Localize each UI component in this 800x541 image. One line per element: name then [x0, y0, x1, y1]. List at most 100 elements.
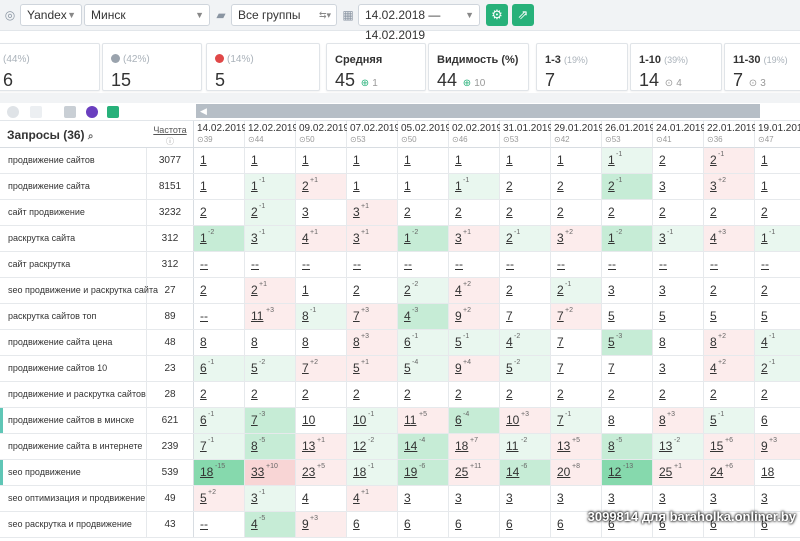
- position-cell[interactable]: 13 +5: [551, 434, 602, 459]
- position-value[interactable]: 1: [761, 231, 768, 245]
- position-cell[interactable]: 8 -5: [602, 434, 653, 459]
- position-cell[interactable]: 6: [398, 512, 449, 537]
- position-value[interactable]: 2: [710, 205, 717, 219]
- position-cell[interactable]: --: [398, 252, 449, 277]
- position-value[interactable]: 18: [353, 465, 366, 479]
- position-cell[interactable]: 8: [296, 330, 347, 355]
- position-value[interactable]: 11: [404, 413, 416, 427]
- summary-card-down[interactable]: (14%) 5: [206, 43, 320, 91]
- position-cell[interactable]: 8: [245, 330, 296, 355]
- position-cell[interactable]: 5 -1: [704, 408, 755, 433]
- position-value[interactable]: 4: [404, 309, 411, 323]
- table-row[interactable]: продвижение сайтов 3077 1 1 1 1 1 1 1 1 1 -1 2 2 -1 1: [0, 148, 800, 174]
- position-cell[interactable]: 8: [653, 330, 704, 355]
- position-cell[interactable]: 1 -2: [398, 226, 449, 251]
- table-row[interactable]: продвижение сайта в интернете 239 7 -1 8 -5 13…: [0, 434, 800, 460]
- table-row[interactable]: продвижение сайтов 10 23 6 -1 5 -2 7 +2 5 +1 5 -4 9 +…: [0, 356, 800, 382]
- position-cell[interactable]: 2: [296, 382, 347, 407]
- position-value[interactable]: 1: [200, 179, 207, 193]
- position-cell[interactable]: 1 -2: [194, 226, 245, 251]
- position-value[interactable]: 9: [455, 361, 462, 375]
- position-cell[interactable]: 2: [449, 200, 500, 225]
- position-cell[interactable]: 3 +1: [347, 226, 398, 251]
- position-cell[interactable]: 2 -1: [551, 278, 602, 303]
- position-value[interactable]: 9: [761, 439, 768, 453]
- position-cell[interactable]: --: [194, 304, 245, 329]
- position-value[interactable]: 4: [506, 335, 513, 349]
- position-value[interactable]: 15: [710, 439, 723, 453]
- position-cell[interactable]: 2 -1: [602, 174, 653, 199]
- position-cell[interactable]: 4 +1: [296, 226, 347, 251]
- date-column-header[interactable]: 19.01.2019⊙47: [755, 121, 800, 148]
- position-cell[interactable]: 2: [755, 278, 800, 303]
- position-value[interactable]: 3: [353, 205, 360, 219]
- summary-card-visibility[interactable]: Видимость (%) 44 ⊕ 10: [428, 43, 529, 91]
- position-value[interactable]: --: [302, 257, 310, 271]
- position-value[interactable]: 7: [557, 309, 564, 323]
- position-cell[interactable]: 24 +6: [704, 460, 755, 485]
- position-cell[interactable]: 11 -2: [500, 434, 551, 459]
- position-value[interactable]: 14: [506, 465, 519, 479]
- position-cell[interactable]: 3 -1: [245, 486, 296, 511]
- font-size-icon[interactable]: [107, 106, 119, 118]
- position-value[interactable]: 18: [455, 439, 468, 453]
- position-cell[interactable]: 1: [755, 174, 800, 199]
- position-cell[interactable]: 8: [602, 408, 653, 433]
- date-column-header[interactable]: 26.01.2019 ⊙53: [602, 121, 655, 148]
- summary-card-top10[interactable]: 1-10 (39%) 14 ⊙ 4: [630, 43, 722, 91]
- search-engine-select[interactable]: Yandex ▼: [20, 4, 82, 26]
- link-icon[interactable]: [30, 106, 42, 118]
- position-value[interactable]: 3: [302, 205, 309, 219]
- summary-card-up[interactable]: (44%) 6: [0, 43, 100, 91]
- position-value[interactable]: 8: [200, 335, 207, 349]
- position-value[interactable]: 7: [353, 309, 360, 323]
- position-value[interactable]: 2: [404, 283, 411, 297]
- position-cell[interactable]: --: [551, 252, 602, 277]
- position-value[interactable]: 18: [761, 465, 774, 479]
- position-value[interactable]: 3: [659, 361, 666, 375]
- position-cell[interactable]: 2: [653, 148, 704, 173]
- date-column-header[interactable]: 24.01.2019 ⊙41: [653, 121, 706, 148]
- position-cell[interactable]: 9 +3: [296, 512, 347, 537]
- position-value[interactable]: 8: [659, 413, 666, 427]
- position-value[interactable]: 2: [557, 205, 564, 219]
- position-value[interactable]: 2: [557, 283, 564, 297]
- position-cell[interactable]: 2: [194, 200, 245, 225]
- position-value[interactable]: 25: [659, 465, 672, 479]
- position-value[interactable]: 5: [761, 309, 768, 323]
- position-cell[interactable]: 8 -5: [245, 434, 296, 459]
- position-cell[interactable]: 25 +11: [449, 460, 500, 485]
- position-cell[interactable]: 2: [194, 382, 245, 407]
- date-column-header[interactable]: 31.01.2019 ⊙53: [500, 121, 553, 148]
- query-text[interactable]: раскрутка сайтов топ: [0, 304, 147, 329]
- position-cell[interactable]: 3: [602, 278, 653, 303]
- position-cell[interactable]: 9 +2: [449, 304, 500, 329]
- position-value[interactable]: 8: [608, 413, 615, 427]
- position-cell[interactable]: 13 -2: [653, 434, 704, 459]
- position-cell[interactable]: 5 -3: [602, 330, 653, 355]
- position-value[interactable]: 7: [557, 335, 564, 349]
- position-cell[interactable]: 5: [704, 304, 755, 329]
- position-value[interactable]: 2: [506, 231, 513, 245]
- position-value[interactable]: 24: [710, 465, 723, 479]
- position-cell[interactable]: 2: [551, 382, 602, 407]
- position-cell[interactable]: 2 -1: [755, 356, 800, 381]
- position-cell[interactable]: 3 +2: [704, 174, 755, 199]
- position-cell[interactable]: 2: [653, 382, 704, 407]
- scroll-left-icon[interactable]: ◀: [200, 104, 207, 118]
- position-value[interactable]: 6: [455, 517, 462, 531]
- position-cell[interactable]: 4 +2: [449, 278, 500, 303]
- position-value[interactable]: 2: [761, 361, 768, 375]
- position-cell[interactable]: 3: [653, 486, 704, 511]
- query-text[interactable]: сайт продвижение: [0, 200, 147, 225]
- position-value[interactable]: 2: [251, 387, 258, 401]
- position-cell[interactable]: 6: [500, 512, 551, 537]
- position-value[interactable]: 3: [710, 179, 717, 193]
- position-value[interactable]: 3: [710, 491, 717, 505]
- table-row[interactable]: продвижение сайта 8151 1 1 -1 2 +1 1 1 1 -1 2 2 2 -1 3 3…: [0, 174, 800, 200]
- position-value[interactable]: 2: [404, 205, 411, 219]
- position-value[interactable]: 1: [404, 179, 411, 193]
- table-row[interactable]: продвижение сайтов в минске 621 6 -1 7 -3 10 10…: [0, 408, 800, 434]
- position-cell[interactable]: 3: [398, 486, 449, 511]
- position-value[interactable]: 3: [557, 491, 564, 505]
